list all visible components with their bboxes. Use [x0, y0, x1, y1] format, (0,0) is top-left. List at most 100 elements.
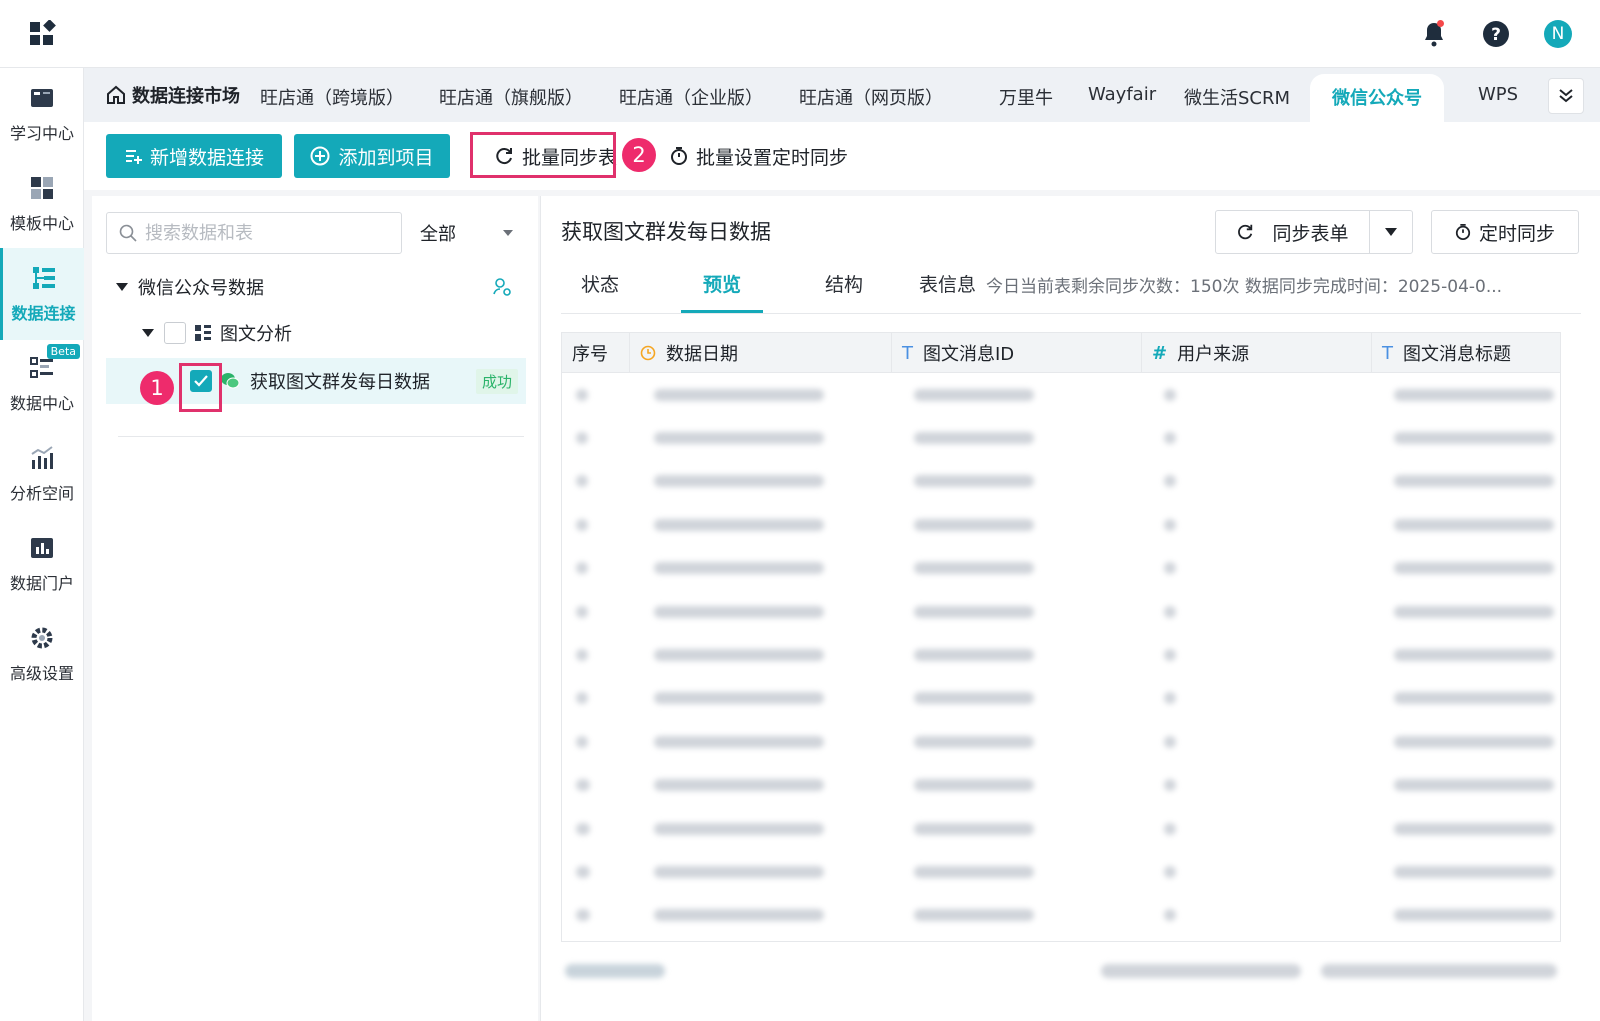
column-header-message-id[interactable]: T 图文消息ID — [892, 333, 1142, 373]
nav-item-data-connection[interactable]: 数据连接 — [0, 248, 84, 340]
sync-table-split-button: 同步表单 — [1215, 210, 1413, 254]
nav-label: 学习中心 — [9, 124, 74, 143]
button-label: 添加到项目 — [338, 146, 434, 169]
tab-table-info[interactable]: 表信息 — [919, 270, 976, 297]
gear-icon — [31, 627, 53, 649]
refresh-icon — [1238, 224, 1253, 240]
tab-wps[interactable]: WPS — [1478, 84, 1518, 105]
column-header-date[interactable]: 数据日期 — [630, 333, 892, 373]
filter-select[interactable]: 全部 — [410, 212, 524, 254]
sync-table-button[interactable]: 同步表单 — [1216, 211, 1370, 253]
nav-label: 数据连接 — [11, 304, 76, 323]
table-row — [562, 807, 1560, 850]
grid-body-blurred — [562, 373, 1560, 937]
tree-group-label: 图文分析 — [220, 324, 292, 345]
add-to-project-button[interactable]: 添加到项目 — [294, 134, 450, 178]
user-settings-icon[interactable] — [492, 277, 512, 297]
nav-item-analysis[interactable]: 分析空间 — [0, 428, 84, 520]
table-row — [562, 460, 1560, 503]
column-label: 序号 — [572, 344, 608, 365]
wechat-icon — [221, 373, 240, 389]
table-row — [562, 590, 1560, 633]
search-input[interactable] — [145, 222, 385, 244]
active-tab-indicator — [681, 310, 763, 313]
filter-value: 全部 — [420, 224, 456, 245]
timer-icon — [1455, 224, 1471, 240]
caret-down-icon[interactable] — [142, 329, 154, 337]
nav-item-learning[interactable]: 学习中心 — [0, 68, 84, 160]
portal-icon — [31, 538, 53, 558]
search-box — [106, 212, 402, 254]
toolbar: 新增数据连接 添加到项目 批量同步表 2 批量设置定时同步 — [84, 122, 1600, 190]
detail-tabs: 状态 预览 结构 表信息 今日当前表剩余同步次数：150次 数据同步完成时间：2… — [561, 260, 1581, 314]
add-data-connection-button[interactable]: 新增数据连接 — [106, 134, 282, 178]
tab-wanliniu[interactable]: 万里牛 — [999, 84, 1053, 110]
column-header-message-title[interactable]: T 图文消息标题 — [1372, 333, 1560, 373]
more-tabs-button[interactable] — [1548, 78, 1584, 114]
column-label: 图文消息标题 — [1403, 344, 1511, 365]
tab-status[interactable]: 状态 — [581, 270, 619, 297]
button-label: 批量设置定时同步 — [696, 146, 849, 169]
data-tree-panel: 全部 微信公众号数据 图文分析 获取图文群发每日数据 成功 — [92, 196, 538, 1021]
grid-table-icon — [195, 325, 211, 341]
column-label: 数据日期 — [666, 344, 738, 365]
text-type-icon: T — [902, 342, 913, 364]
tab-wdt-crossborder[interactable]: 旺店通（跨境版） — [260, 84, 404, 110]
nav-item-templates[interactable]: 模板中心 — [0, 158, 84, 250]
table-row — [562, 677, 1560, 720]
double-chevron-down-icon — [1559, 89, 1573, 103]
app-logo-icon[interactable] — [28, 19, 56, 48]
tab-weishenghuo-scrm[interactable]: 微生活SCRM — [1184, 84, 1290, 110]
caret-down-icon — [503, 230, 513, 236]
beta-badge: Beta — [46, 344, 80, 359]
notification-dot — [1437, 20, 1444, 27]
table-row — [562, 894, 1560, 937]
help-icon[interactable]: ? — [1480, 18, 1512, 50]
scheduled-sync-button[interactable]: 定时同步 — [1431, 210, 1579, 254]
step-1-badge: 1 — [140, 371, 174, 405]
batch-timer-sync-button[interactable]: 批量设置定时同步 — [670, 134, 848, 178]
nav-item-advanced-settings[interactable]: 高级设置 — [0, 608, 84, 700]
notification-bell-icon[interactable] — [1418, 18, 1450, 50]
grid-header: 序号 数据日期 T 图文消息ID # 用户来源 T 图文消息标题 — [562, 333, 1560, 373]
column-label: 用户来源 — [1177, 344, 1250, 365]
nav-label: 高级设置 — [9, 664, 74, 683]
tab-structure[interactable]: 结构 — [825, 270, 863, 297]
data-connect-icon — [32, 267, 55, 289]
tab-wdt-enterprise[interactable]: 旺店通（企业版） — [619, 84, 763, 110]
text-type-icon: T — [1382, 342, 1393, 364]
plus-circle-icon — [310, 146, 330, 166]
tab-wechat-official[interactable]: 微信公众号 — [1310, 74, 1444, 122]
tab-wdt-flagship[interactable]: 旺店通（旗舰版） — [439, 84, 583, 110]
status-badge: 成功 — [475, 368, 518, 394]
column-header-index[interactable]: 序号 — [562, 333, 630, 373]
top-bar: ? N — [0, 0, 1600, 68]
nav-label: 数据中心 — [9, 394, 74, 413]
tab-wdt-web[interactable]: 旺店通（网页版） — [799, 84, 943, 110]
tree-node-group[interactable]: 图文分析 — [106, 310, 526, 356]
group-checkbox[interactable] — [164, 322, 186, 344]
tab-home-market[interactable]: 数据连接市场 — [106, 82, 240, 108]
caret-down-icon[interactable] — [116, 283, 128, 291]
svg-text:?: ? — [1491, 25, 1501, 45]
tree-node-root[interactable]: 微信公众号数据 — [106, 264, 526, 310]
pagination-blurred — [561, 956, 1561, 986]
table-row — [562, 416, 1560, 459]
user-avatar[interactable]: N — [1542, 18, 1574, 50]
table-row — [562, 850, 1560, 893]
tab-wayfair[interactable]: Wayfair — [1088, 84, 1156, 105]
number-type-icon: # — [1152, 342, 1168, 364]
tab-home-label: 数据连接市场 — [132, 86, 240, 107]
column-header-user-source[interactable]: # 用户来源 — [1142, 333, 1372, 373]
sync-options-dropdown[interactable] — [1370, 228, 1412, 236]
tab-preview[interactable]: 预览 — [703, 270, 741, 297]
tree-table-label: 获取图文群发每日数据 — [250, 372, 430, 393]
nav-item-data-center[interactable]: Beta 数据中心 — [0, 338, 84, 430]
nav-item-portal[interactable]: 数据门户 — [0, 518, 84, 610]
template-icon — [31, 177, 53, 199]
home-icon — [107, 85, 125, 104]
book-icon — [31, 89, 53, 107]
analysis-icon — [31, 446, 53, 469]
button-label: 定时同步 — [1478, 222, 1555, 245]
search-icon — [119, 224, 137, 242]
